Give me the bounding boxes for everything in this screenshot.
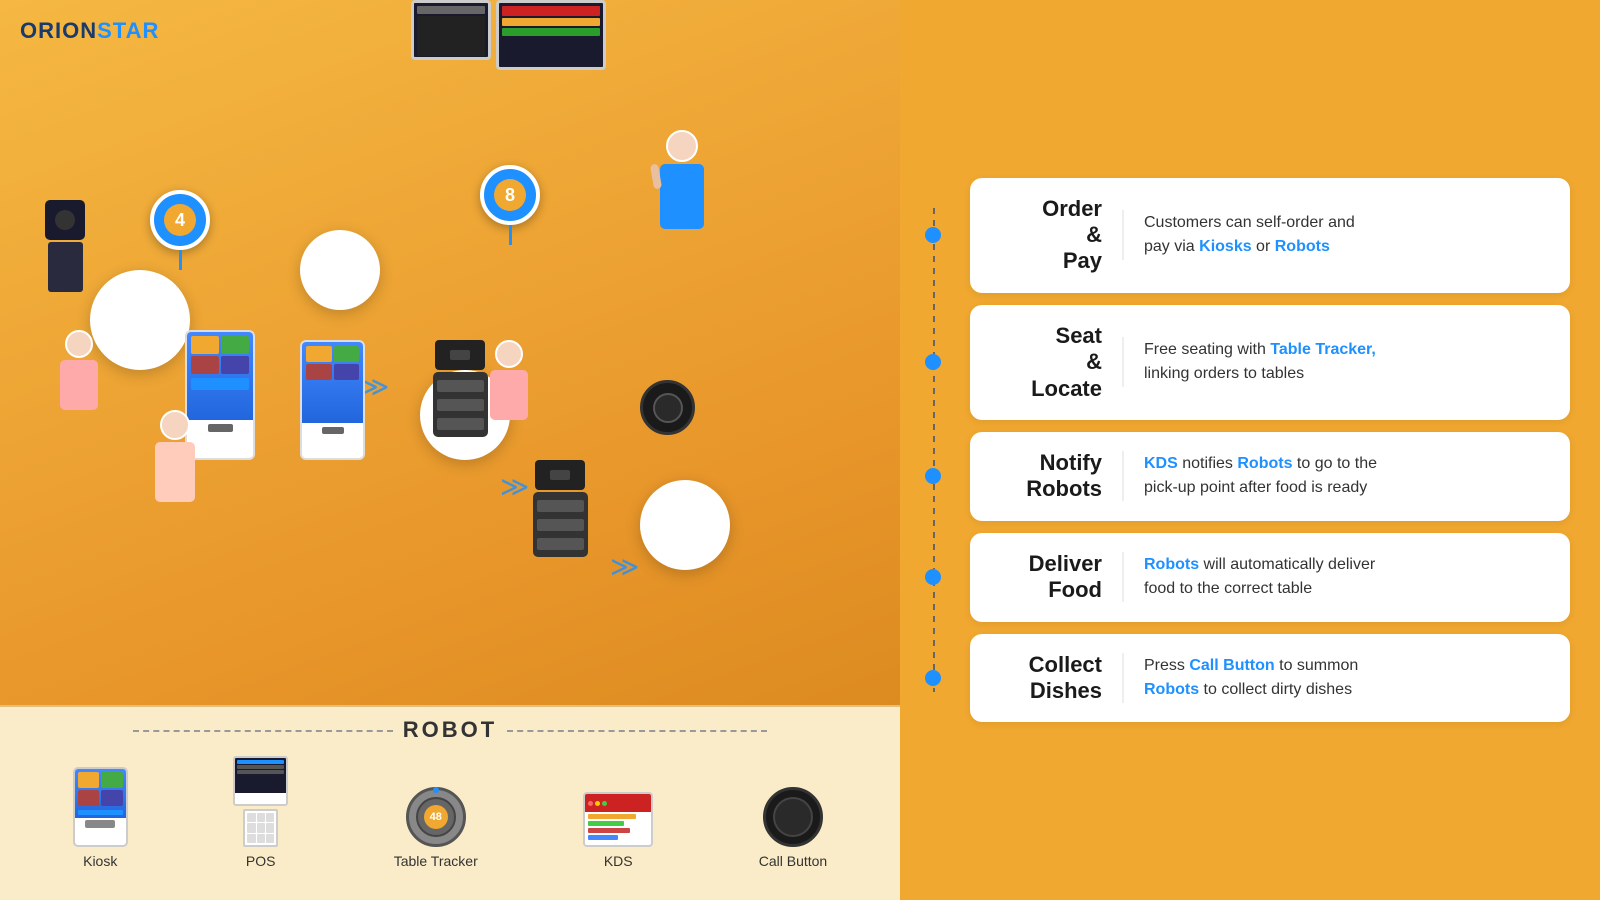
logo-star: STAR	[97, 18, 159, 44]
scene-content: ≫ ≫ ≫ 4 8	[0, 50, 900, 705]
kds-icon	[583, 792, 653, 847]
card-title-notify-robots: NotifyRobots	[992, 450, 1102, 503]
card-seat-locate: Seat&Locate Free seating with Table Trac…	[970, 305, 1570, 420]
person-3	[490, 340, 528, 420]
card-divider-1	[1122, 210, 1124, 260]
card-title-deliver-food: DeliverFood	[992, 551, 1102, 604]
camera-circle	[640, 380, 695, 435]
location-pin-8: 8	[480, 165, 540, 245]
card-desc-collect-dishes: Press Call Button to summonRobots to col…	[1144, 654, 1358, 702]
table-tracker-icon: 48	[406, 787, 466, 847]
left-panel: ORION STAR ≫ ≫ ≫	[0, 0, 900, 900]
card-desc-seat-locate: Free seating with Table Tracker,linking …	[1144, 338, 1376, 386]
pin-circle-8: 8	[480, 165, 540, 225]
device-kds: KDS	[583, 792, 653, 869]
card-divider-4	[1122, 552, 1124, 602]
pin-number-8: 8	[494, 179, 526, 211]
pin-tail-8	[509, 225, 512, 245]
card-desc-deliver-food: Robots will automatically deliverfood to…	[1144, 553, 1375, 601]
kiosk-icon	[73, 767, 128, 847]
timeline-dot-3	[925, 468, 941, 484]
right-panel: Order&Pay Customers can self-order andpa…	[900, 0, 1600, 900]
bottom-panel: ROBOT	[0, 705, 900, 900]
card-desc-order-pay: Customers can self-order andpay via Kios…	[1144, 211, 1355, 259]
call-button-label: Call Button	[759, 853, 827, 869]
location-pin-4: 4	[150, 190, 210, 270]
camera-pin	[640, 380, 695, 435]
card-title-seat-locate: Seat&Locate	[992, 323, 1102, 402]
table-1	[90, 270, 190, 370]
logo: ORION STAR	[20, 18, 159, 44]
kiosk-label: Kiosk	[83, 853, 117, 869]
device-pos: POS	[233, 756, 288, 869]
pin-circle-4: 4	[150, 190, 210, 250]
device-call-button: Call Button	[759, 787, 827, 869]
logo-orion: ORION	[20, 18, 97, 44]
scene-kiosk-1	[185, 330, 255, 460]
pin-tail-4	[179, 250, 182, 270]
card-divider-2	[1122, 337, 1124, 387]
timeline-dot-1	[925, 227, 941, 243]
card-divider-3	[1122, 451, 1124, 501]
card-divider-5	[1122, 653, 1124, 703]
table-2	[300, 230, 380, 310]
device-table-tracker: 48 Table Tracker	[394, 787, 478, 869]
scene-kiosk-2	[300, 340, 365, 460]
card-deliver-food: DeliverFood Robots will automatically de…	[970, 533, 1570, 622]
table-4	[640, 480, 730, 570]
pin-number-4: 4	[164, 204, 196, 236]
robot-3	[530, 460, 590, 560]
device-kiosk: Kiosk	[73, 767, 128, 869]
timeline-dot-5	[925, 670, 941, 686]
timeline-dot-4	[925, 569, 941, 585]
card-title-order-pay: Order&Pay	[992, 196, 1102, 275]
robot-2	[430, 340, 490, 440]
kds-label: KDS	[604, 853, 633, 869]
call-button-icon	[763, 787, 823, 847]
robot-1	[40, 200, 90, 290]
card-collect-dishes: CollectDishes Press Call Button to summo…	[970, 634, 1570, 723]
person-2	[155, 410, 195, 502]
arrow-indicator-2: ≫	[500, 470, 529, 503]
table-tracker-label: Table Tracker	[394, 853, 478, 869]
card-notify-robots: NotifyRobots KDS notifies Robots to go t…	[970, 432, 1570, 521]
arrow-indicator-3: ≫	[610, 550, 639, 583]
robot-label: ROBOT	[403, 717, 497, 743]
pos-label: POS	[246, 853, 276, 869]
waiter-figure	[660, 130, 704, 229]
devices-row: Kiosk	[20, 756, 880, 869]
pos-icon	[233, 756, 288, 847]
card-title-collect-dishes: CollectDishes	[992, 652, 1102, 705]
camera-inner	[653, 393, 683, 423]
person-1	[60, 330, 98, 410]
card-order-pay: Order&Pay Customers can self-order andpa…	[970, 178, 1570, 293]
cards-container: Order&Pay Customers can self-order andpa…	[970, 178, 1570, 723]
timeline-dot-2	[925, 354, 941, 370]
card-desc-notify-robots: KDS notifies Robots to go to thepick-up …	[1144, 452, 1377, 500]
